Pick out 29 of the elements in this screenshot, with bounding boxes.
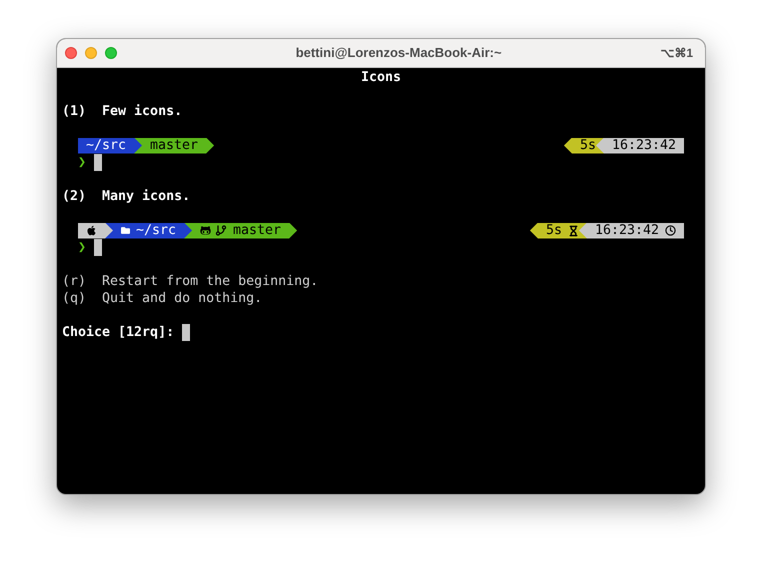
hourglass-icon bbox=[568, 224, 579, 236]
prompt-chevron: ❯ bbox=[78, 239, 88, 256]
choice-prompt: Choice [12rq]: bbox=[62, 324, 174, 341]
segment-text: 5s bbox=[580, 137, 596, 154]
zoom-button[interactable] bbox=[105, 47, 117, 59]
clock-icon bbox=[665, 225, 676, 236]
prompt-chevron: ❯ bbox=[78, 154, 88, 171]
option-title: (1) Few icons. bbox=[62, 103, 182, 120]
shortcut-label: ⌥⌘1 bbox=[660, 45, 693, 62]
folder-icon bbox=[121, 226, 130, 235]
segment-text: ~/src bbox=[136, 222, 176, 239]
menu-option: (q) Quit and do nothing. bbox=[62, 290, 262, 307]
window-title: bettini@Lorenzos-MacBook-Air:~ bbox=[294, 44, 503, 62]
menu-option: (r) Restart from the beginning. bbox=[62, 273, 318, 290]
segment-text: 16:23:42 bbox=[594, 222, 659, 239]
minimize-button[interactable] bbox=[85, 47, 97, 59]
cat-icon bbox=[200, 225, 212, 236]
text-cursor bbox=[94, 154, 102, 171]
close-button[interactable] bbox=[65, 47, 77, 59]
segment-text: 16:23:42 bbox=[612, 137, 676, 154]
terminal-heading: Icons bbox=[360, 69, 402, 86]
segment-text: 5s bbox=[546, 222, 562, 239]
segment-text: ~/src bbox=[86, 137, 126, 154]
branch-icon bbox=[215, 224, 228, 237]
segment-text: master bbox=[150, 137, 198, 154]
text-cursor bbox=[182, 324, 190, 341]
apple-icon bbox=[86, 225, 97, 236]
option-title: (2) Many icons. bbox=[62, 188, 190, 205]
segment-text: master bbox=[233, 222, 282, 239]
